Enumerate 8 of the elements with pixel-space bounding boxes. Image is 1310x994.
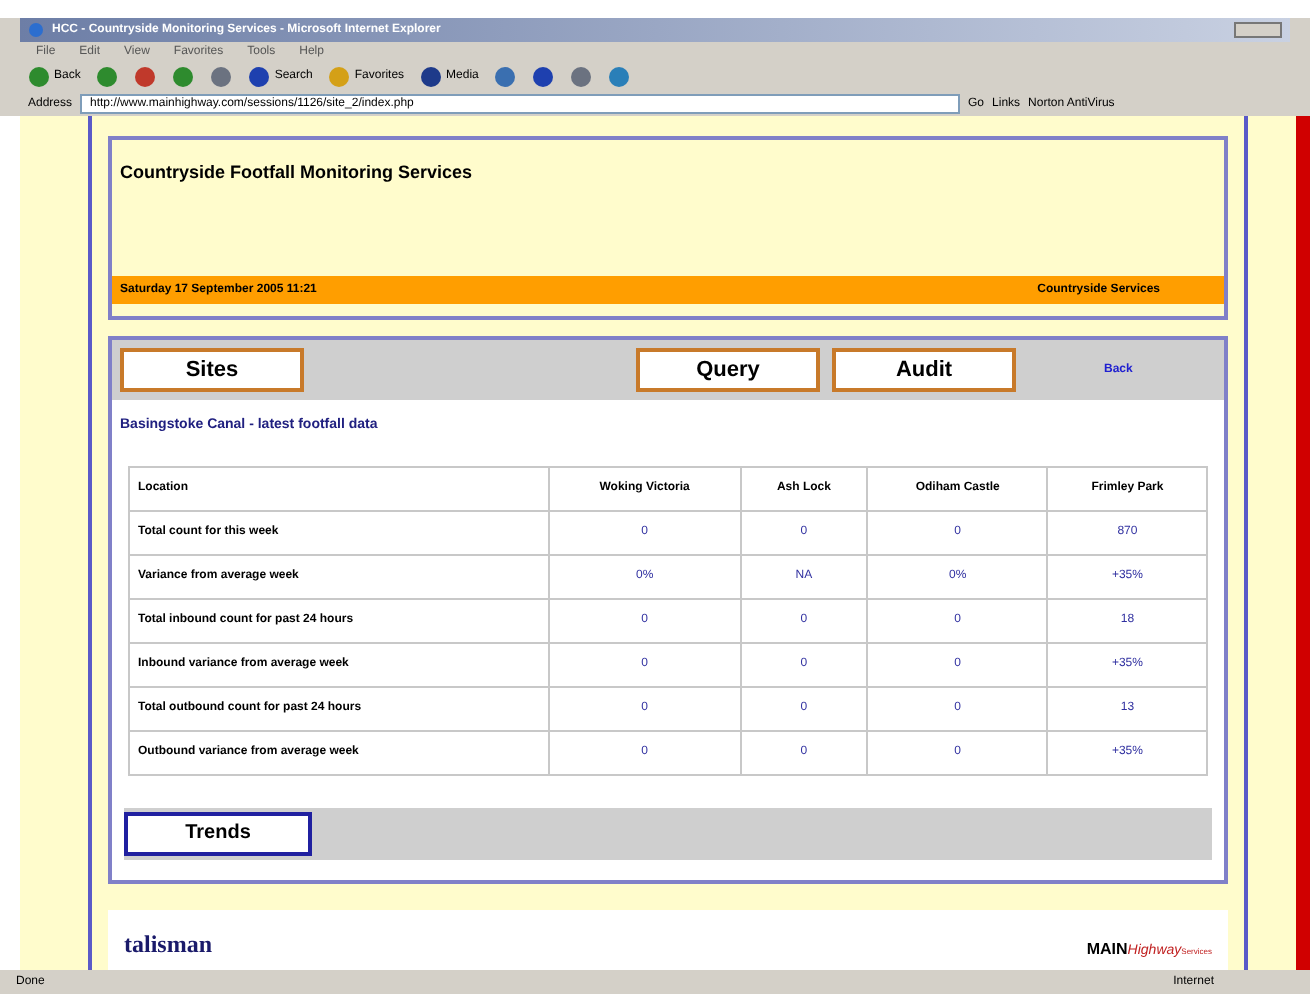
window-controls[interactable] [1234,22,1282,38]
nav-tab[interactable]: Audit [832,348,1016,392]
talisman-logo: talisman [124,928,213,962]
nav-tab[interactable]: Query [636,348,820,392]
nav-tab[interactable]: Sites [120,348,304,392]
trends-tab[interactable]: Trends [124,811,312,855]
site-title: Countryside Footfall Monitoring Services [118,160,475,186]
browser-icon [28,22,44,38]
